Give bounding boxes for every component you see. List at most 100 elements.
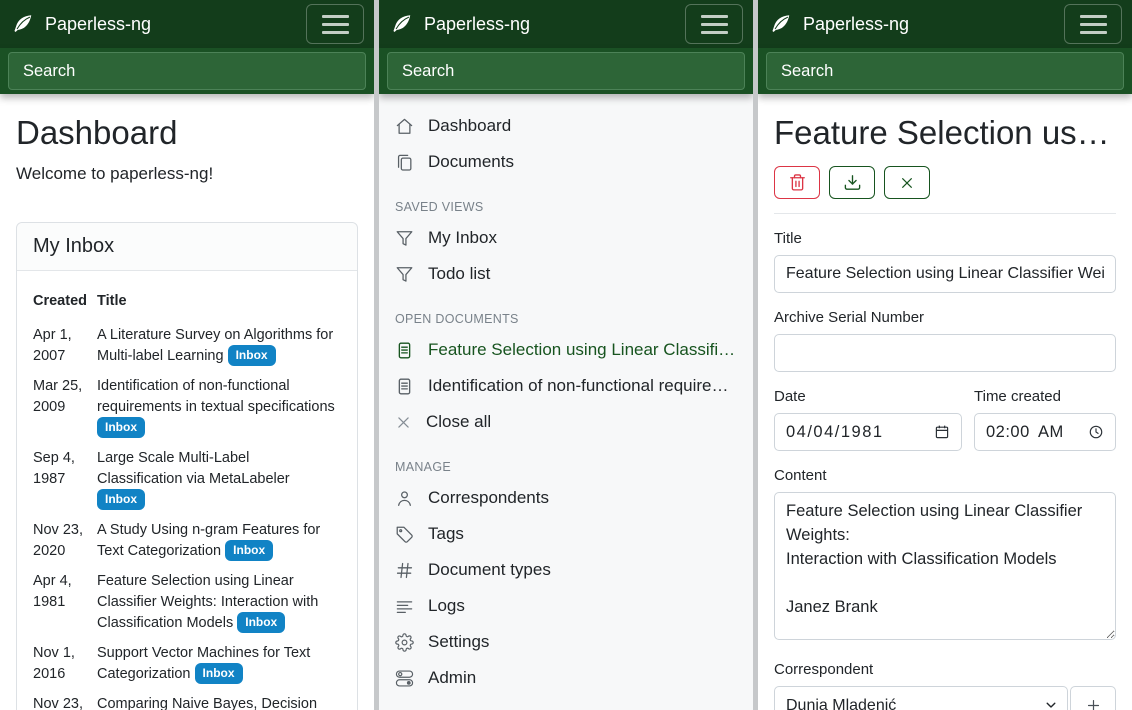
calendar-icon[interactable]: [934, 424, 950, 440]
correspondent-select[interactable]: Dunja Mladenić: [774, 686, 1068, 710]
menu-item-correspondents[interactable]: Correspondents: [395, 480, 737, 516]
inbox-tag-badge[interactable]: Inbox: [97, 417, 145, 438]
correspondent-field-label: Correspondent: [774, 661, 1116, 678]
app-brand[interactable]: Paperless-ng: [12, 13, 151, 35]
date-value: 04/04/1981: [786, 423, 884, 442]
close-document-button[interactable]: [884, 166, 930, 199]
funnel-icon: [395, 229, 414, 248]
app-brand[interactable]: Paperless-ng: [391, 13, 530, 35]
menu-item-tags[interactable]: Tags: [395, 516, 737, 552]
dashboard-content: Dashboard Welcome to paperless-ng! My In…: [0, 94, 374, 710]
asn-field[interactable]: [774, 334, 1116, 372]
navigation-menu: Dashboard Documents SAVED VIEWS My Inbox…: [379, 94, 753, 710]
search-input[interactable]: [387, 52, 745, 90]
row-document-title[interactable]: Large Scale Multi-Label Classification v…: [97, 450, 290, 487]
panel-dashboard: Paperless-ng Dashboard Welcome to paperl…: [0, 0, 374, 710]
close-icon: [395, 414, 412, 431]
delete-button[interactable]: [774, 166, 820, 199]
menu-item-settings[interactable]: Settings: [395, 624, 737, 660]
toggles-icon: [395, 669, 414, 688]
trash-icon: [788, 173, 807, 192]
divider: [774, 213, 1116, 214]
menu-item-dashboard[interactable]: Dashboard: [395, 108, 737, 144]
row-created-date: Sep 4, 1987: [33, 439, 97, 511]
inbox-tag-badge[interactable]: Inbox: [228, 345, 276, 366]
gear-icon: [395, 633, 414, 652]
time-created-field[interactable]: 02:00 AM: [974, 413, 1116, 451]
feather-logo-icon: [391, 13, 413, 35]
welcome-text: Welcome to paperless-ng!: [16, 162, 358, 186]
navbar: Paperless-ng: [0, 0, 374, 48]
download-icon: [843, 173, 862, 192]
inbox-tag-badge[interactable]: Inbox: [97, 489, 145, 510]
search-input[interactable]: [8, 52, 366, 90]
document-title-heading: Feature Selection using Linear Classifie…: [774, 112, 1116, 154]
clock-icon[interactable]: [1088, 424, 1104, 440]
funnel-icon: [395, 265, 414, 284]
hamburger-menu-button[interactable]: [685, 4, 743, 44]
brand-name: Paperless-ng: [424, 14, 530, 35]
row-created-date: Mar 25, 2009: [33, 367, 97, 439]
hamburger-menu-button[interactable]: [1064, 4, 1122, 44]
column-header-created: Created: [33, 285, 97, 316]
table-row[interactable]: Nov 23, 2020 A Study Using n-gram Featur…: [33, 511, 341, 562]
content-field-label: Content: [774, 467, 1116, 484]
add-correspondent-button[interactable]: [1070, 686, 1116, 710]
app-brand[interactable]: Paperless-ng: [770, 13, 909, 35]
inbox-tag-badge[interactable]: Inbox: [225, 540, 273, 561]
navbar: Paperless-ng: [758, 0, 1132, 48]
row-created-date: Apr 4, 1981: [33, 562, 97, 634]
hamburger-menu-button[interactable]: [306, 4, 364, 44]
search-input[interactable]: [766, 52, 1124, 90]
inbox-tag-badge[interactable]: Inbox: [237, 612, 285, 633]
file-text-icon: [395, 341, 414, 360]
menu-item-logs[interactable]: Logs: [395, 588, 737, 624]
inbox-table: Created Title Apr 1, 2007 A Literature S…: [33, 285, 341, 710]
feather-logo-icon: [12, 13, 34, 35]
row-document-title[interactable]: A Study Using n-gram Features for Text C…: [97, 522, 320, 559]
date-field[interactable]: 04/04/1981: [774, 413, 962, 451]
hash-icon: [395, 561, 414, 580]
document-detail-content: Feature Selection using Linear Classifie…: [758, 94, 1132, 710]
inbox-tag-badge[interactable]: Inbox: [195, 663, 243, 684]
row-created-date: Apr 1, 2007: [33, 316, 97, 367]
table-row[interactable]: Apr 4, 1981 Feature Selection using Line…: [33, 562, 341, 634]
menu-item-admin[interactable]: Admin: [395, 660, 737, 696]
time-created-label: Time created: [974, 388, 1116, 405]
plus-icon: [1085, 697, 1102, 710]
time-value: 02:00 AM: [986, 423, 1064, 442]
feather-logo-icon: [770, 13, 792, 35]
files-icon: [395, 153, 414, 172]
row-document-title[interactable]: Feature Selection using Linear Classifie…: [97, 573, 318, 631]
download-button[interactable]: [829, 166, 875, 199]
panel-menu: Paperless-ng Dashboard Documents SAVED V…: [379, 0, 753, 710]
row-document-title[interactable]: A Literature Survey on Algorithms for Mu…: [97, 327, 333, 364]
menu-item-close-all[interactable]: Close all: [395, 404, 737, 440]
card-title: My Inbox: [17, 223, 357, 271]
column-header-title: Title: [97, 285, 341, 316]
menu-item-todo-list[interactable]: Todo list: [395, 256, 737, 292]
row-created-date: Nov 23, 2020: [33, 511, 97, 562]
row-document-title[interactable]: Comparing Naive Bayes, Decision Trees, a…: [97, 696, 317, 710]
title-field[interactable]: [774, 255, 1116, 293]
asn-field-label: Archive Serial Number: [774, 309, 1116, 326]
search-bar: [379, 48, 753, 94]
date-field-label: Date: [774, 388, 962, 405]
row-document-title[interactable]: Identification of non-functional require…: [97, 378, 335, 415]
menu-item-document-types[interactable]: Document types: [395, 552, 737, 588]
menu-item-documents[interactable]: Documents: [395, 144, 737, 180]
table-row[interactable]: Apr 1, 2007 A Literature Survey on Algor…: [33, 316, 341, 367]
section-header-manage: MANAGE: [395, 460, 737, 474]
logs-icon: [395, 597, 414, 616]
open-document-identification[interactable]: Identification of non-functional require…: [395, 368, 737, 404]
table-row[interactable]: Nov 1, 2016 Support Vector Machines for …: [33, 634, 341, 685]
content-field[interactable]: Feature Selection using Linear Classifie…: [774, 492, 1116, 640]
document-actions: [774, 166, 1116, 199]
open-document-feature-selection[interactable]: Feature Selection using Linear Classifie…: [395, 332, 737, 368]
my-inbox-card: My Inbox Created Title: [16, 222, 358, 710]
menu-item-my-inbox[interactable]: My Inbox: [395, 220, 737, 256]
table-row[interactable]: Nov 23, 2020 Comparing Naive Bayes, Deci…: [33, 685, 341, 710]
person-icon: [395, 489, 414, 508]
table-row[interactable]: Sep 4, 1987 Large Scale Multi-Label Clas…: [33, 439, 341, 511]
table-row[interactable]: Mar 25, 2009 Identification of non-funct…: [33, 367, 341, 439]
